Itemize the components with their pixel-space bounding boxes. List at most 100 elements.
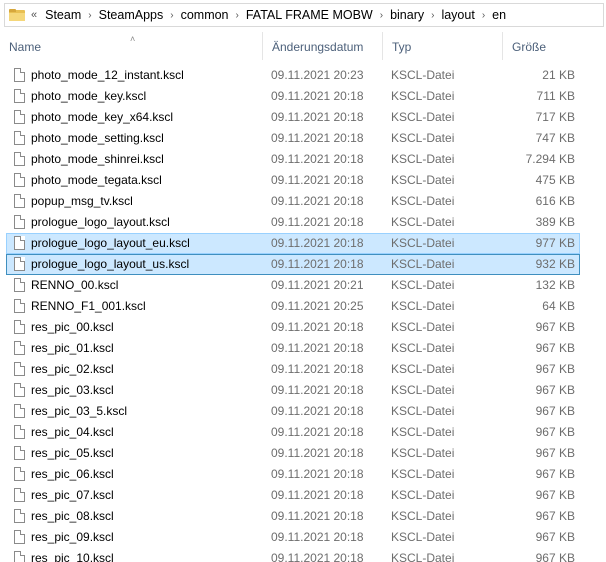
file-row[interactable]: res_pic_07.kscl 09.11.2021 20:18 KSCL-Date… xyxy=(6,485,580,506)
file-icon xyxy=(14,362,25,376)
file-size: 475 KB xyxy=(535,173,575,187)
file-name: RENNO_00.kscl xyxy=(31,278,119,292)
breadcrumb-item[interactable]: SteamApps xyxy=(95,8,168,22)
file-name: res_pic_02.kscl xyxy=(31,362,114,376)
file-size: 967 KB xyxy=(535,341,575,355)
file-date: 09.11.2021 20:18 xyxy=(271,509,364,523)
breadcrumb-item[interactable]: Steam xyxy=(41,8,85,22)
file-row[interactable]: photo_mode_shinrei.kscl 09.11.2021 20:18 K… xyxy=(6,149,580,170)
file-row[interactable]: RENNO_F1_001.kscl 09.11.2021 20:25 KSCL-Da… xyxy=(6,296,580,317)
file-name: res_pic_00.kscl xyxy=(31,320,114,334)
file-type: KSCL-Datei xyxy=(391,467,455,481)
file-type: KSCL-Datei xyxy=(391,89,455,103)
file-type: KSCL-Datei xyxy=(391,194,455,208)
file-row[interactable]: res_pic_06.kscl 09.11.2021 20:18 KSCL-Date… xyxy=(6,464,580,485)
file-type: KSCL-Datei xyxy=(391,320,455,334)
file-icon xyxy=(14,299,25,313)
file-size: 967 KB xyxy=(535,320,575,334)
file-size: 64 KB xyxy=(542,299,575,313)
file-row[interactable]: res_pic_02.kscl 09.11.2021 20:18 KSCL-Date… xyxy=(6,359,580,380)
file-size: 967 KB xyxy=(535,425,575,439)
file-row[interactable]: photo_mode_key_x64.kscl 09.11.2021 20:18 K… xyxy=(6,107,580,128)
breadcrumb-item[interactable]: FATAL FRAME MOBW xyxy=(242,8,377,22)
file-type: KSCL-Datei xyxy=(391,257,455,271)
file-icon xyxy=(14,425,25,439)
breadcrumb-separator-icon[interactable]: › xyxy=(167,10,176,21)
file-row[interactable]: RENNO_00.kscl 09.11.2021 20:21 KSCL-Datei 1… xyxy=(6,275,580,296)
file-size: 977 KB xyxy=(535,236,575,250)
file-row[interactable]: prologue_logo_layout.kscl 09.11.2021 20:1… xyxy=(6,212,580,233)
file-size: 967 KB xyxy=(535,467,575,481)
file-row[interactable]: res_pic_10.kscl 09.11.2021 20:18 KSCL-Date… xyxy=(6,548,580,562)
breadcrumb-item[interactable]: binary xyxy=(386,8,428,22)
column-header-name-label: Name xyxy=(9,40,42,54)
file-date: 09.11.2021 20:18 xyxy=(271,362,364,376)
breadcrumb-separator-icon[interactable]: › xyxy=(428,10,437,21)
column-header-date[interactable]: Änderungsdatum xyxy=(262,32,382,60)
column-header-type-label: Typ xyxy=(392,40,412,54)
file-date: 09.11.2021 20:18 xyxy=(271,89,364,103)
file-name: res_pic_08.kscl xyxy=(31,509,114,523)
file-list[interactable]: photo_mode_12_instant.kscl 09.11.2021 20:… xyxy=(0,60,606,562)
file-name: prologue_logo_layout_eu.kscl xyxy=(31,236,190,250)
file-size: 717 KB xyxy=(535,110,575,124)
file-row[interactable]: res_pic_03.kscl 09.11.2021 20:18 KSCL-Date… xyxy=(6,380,580,401)
file-icon xyxy=(14,131,25,145)
file-size: 967 KB xyxy=(535,404,575,418)
address-bar[interactable]: « Steam › SteamApps › common › FATAL FRAME MOB… xyxy=(0,0,606,32)
file-row[interactable]: res_pic_00.kscl 09.11.2021 20:18 KSCL-Date… xyxy=(6,317,580,338)
sort-ascending-icon: ˄ xyxy=(130,34,136,44)
file-row[interactable]: photo_mode_setting.kscl 09.11.2021 20:18 K… xyxy=(6,128,580,149)
breadcrumb-item[interactable]: en xyxy=(488,8,510,22)
breadcrumb-separator-icon[interactable]: › xyxy=(377,10,386,21)
file-icon xyxy=(14,383,25,397)
file-icon xyxy=(14,152,25,166)
breadcrumb-separator-icon[interactable]: › xyxy=(479,10,488,21)
file-type: KSCL-Datei xyxy=(391,131,455,145)
file-row[interactable]: photo_mode_key.kscl 09.11.2021 20:18 KSCL-… xyxy=(6,86,580,107)
file-icon xyxy=(14,446,25,460)
file-row[interactable]: prologue_logo_layout_us.kscl 09.11.2021 2… xyxy=(6,254,580,275)
file-row[interactable]: popup_msg_tv.kscl 09.11.2021 20:18 KSCL-Da… xyxy=(6,191,580,212)
file-date: 09.11.2021 20:18 xyxy=(271,383,364,397)
file-date: 09.11.2021 20:21 xyxy=(271,278,364,292)
file-size: 7.294 KB xyxy=(525,152,575,166)
file-name: popup_msg_tv.kscl xyxy=(31,194,133,208)
file-row[interactable]: res_pic_08.kscl 09.11.2021 20:18 KSCL-Date… xyxy=(6,506,580,527)
file-type: KSCL-Datei xyxy=(391,299,455,313)
file-name: photo_mode_tegata.kscl xyxy=(31,173,162,187)
file-size: 21 KB xyxy=(542,68,575,82)
file-row[interactable]: res_pic_05.kscl 09.11.2021 20:18 KSCL-Date… xyxy=(6,443,580,464)
file-row[interactable]: photo_mode_12_instant.kscl 09.11.2021 20:… xyxy=(6,65,580,86)
file-type: KSCL-Datei xyxy=(391,530,455,544)
file-icon xyxy=(14,257,25,271)
file-date: 09.11.2021 20:18 xyxy=(271,488,364,502)
address-bar-field[interactable]: « Steam › SteamApps › common › FATAL FRAME MOB… xyxy=(4,3,604,27)
column-header-type[interactable]: Typ xyxy=(382,32,502,60)
file-type: KSCL-Datei xyxy=(391,404,455,418)
file-icon xyxy=(14,110,25,124)
file-row[interactable]: photo_mode_tegata.kscl 09.11.2021 20:18 KS… xyxy=(6,170,580,191)
file-row[interactable]: res_pic_04.kscl 09.11.2021 20:18 KSCL-Date… xyxy=(6,422,580,443)
column-header-size[interactable]: Größe xyxy=(502,32,592,60)
file-row[interactable]: res_pic_09.kscl 09.11.2021 20:18 KSCL-Date… xyxy=(6,527,580,548)
breadcrumb-separator-icon[interactable]: › xyxy=(233,10,242,21)
breadcrumb-separator-icon[interactable]: › xyxy=(85,10,94,21)
file-row[interactable]: res_pic_03_5.kscl 09.11.2021 20:18 KSCL-Da… xyxy=(6,401,580,422)
file-icon xyxy=(14,320,25,334)
column-header-size-label: Größe xyxy=(512,40,547,54)
column-header-name[interactable]: Name ˄ xyxy=(0,32,262,60)
file-row[interactable]: res_pic_01.kscl 09.11.2021 20:18 KSCL-Date… xyxy=(6,338,580,359)
breadcrumb-overflow-icon[interactable]: « xyxy=(31,9,41,21)
file-date: 09.11.2021 20:18 xyxy=(271,110,364,124)
file-date: 09.11.2021 20:18 xyxy=(271,551,364,562)
breadcrumb-item[interactable]: layout xyxy=(437,8,478,22)
file-row[interactable]: prologue_logo_layout_eu.kscl 09.11.2021 2… xyxy=(6,233,580,254)
file-name: res_pic_04.kscl xyxy=(31,425,114,439)
file-name: res_pic_01.kscl xyxy=(31,341,114,355)
breadcrumb-item[interactable]: common xyxy=(177,8,233,22)
file-date: 09.11.2021 20:25 xyxy=(271,299,364,313)
file-icon xyxy=(14,467,25,481)
file-size: 967 KB xyxy=(535,362,575,376)
file-name: res_pic_06.kscl xyxy=(31,467,114,481)
